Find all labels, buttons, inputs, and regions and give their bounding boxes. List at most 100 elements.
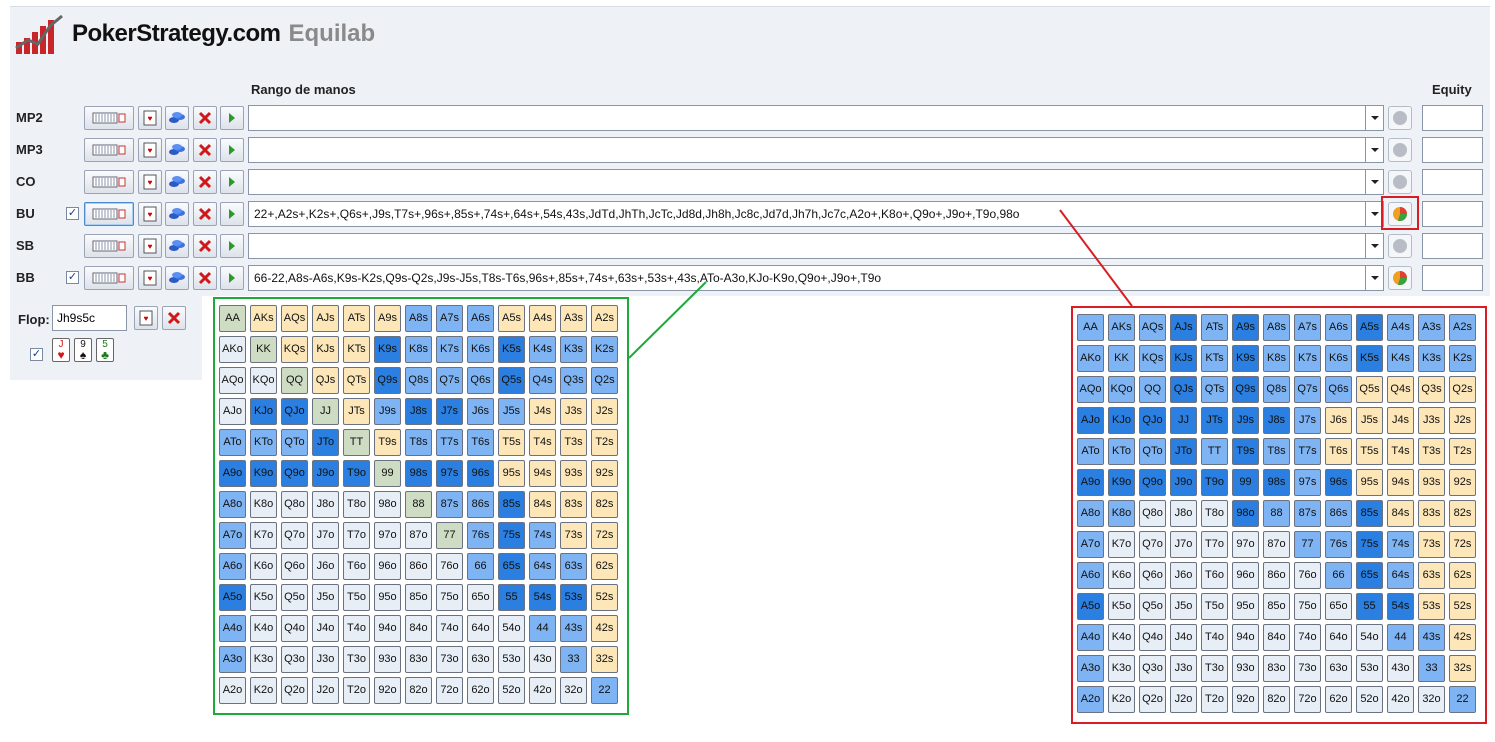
bb-hand-cell[interactable]: AQo — [219, 367, 246, 394]
bu-hand-cell[interactable]: Q8s — [1263, 376, 1290, 403]
bb-hand-cell[interactable]: 77 — [436, 522, 463, 549]
bb-hand-cell[interactable]: 83o — [405, 646, 432, 673]
bu-hand-cell[interactable]: ATo — [1077, 438, 1104, 465]
chips-button[interactable] — [165, 266, 189, 290]
bu-hand-cell[interactable]: 54o — [1356, 624, 1383, 651]
bu-hand-cell[interactable]: 62s — [1449, 562, 1476, 589]
bb-hand-cell[interactable]: J9s — [374, 398, 401, 425]
bu-hand-cell[interactable]: A8o — [1077, 500, 1104, 527]
equity-status-button[interactable] — [1388, 106, 1412, 130]
bu-hand-cell[interactable]: KQo — [1108, 376, 1135, 403]
bb-hand-cell[interactable]: Q8o — [281, 491, 308, 518]
bu-hand-cell[interactable]: K3s — [1418, 345, 1445, 372]
bu-hand-cell[interactable]: 65o — [1325, 593, 1352, 620]
bb-hand-cell[interactable]: 63s — [560, 553, 587, 580]
bb-hand-cell[interactable]: J3o — [312, 646, 339, 673]
bu-hand-cell[interactable]: K9s — [1232, 345, 1259, 372]
bb-hand-cell[interactable]: Q7o — [281, 522, 308, 549]
bu-hand-cell[interactable]: 93o — [1232, 655, 1259, 682]
bb-hand-cell[interactable]: 66 — [467, 553, 494, 580]
flop-enable-checkbox[interactable]: ✓ — [30, 348, 43, 361]
bu-hand-cell[interactable]: 85s — [1356, 500, 1383, 527]
bu-hand-cell[interactable]: JTs — [1201, 407, 1228, 434]
bu-hand-cell[interactable]: J7s — [1294, 407, 1321, 434]
bu-hand-cell[interactable]: 84o — [1263, 624, 1290, 651]
bb-hand-cell[interactable]: A7s — [436, 305, 463, 332]
bb-hand-cell[interactable]: 63o — [467, 646, 494, 673]
hand-range-input[interactable] — [248, 105, 1366, 131]
bu-hand-cell[interactable]: 42o — [1387, 686, 1414, 713]
bb-hand-cell[interactable]: 86s — [467, 491, 494, 518]
bb-hand-cell[interactable]: 96s — [467, 460, 494, 487]
bb-hand-cell[interactable]: 95s — [498, 460, 525, 487]
bu-hand-cell[interactable]: T5s — [1356, 438, 1383, 465]
bb-hand-cell[interactable]: Q3s — [560, 367, 587, 394]
bb-hand-cell[interactable]: 94o — [374, 615, 401, 642]
bb-hand-cell[interactable]: 44 — [529, 615, 556, 642]
bu-hand-cell[interactable]: 94o — [1232, 624, 1259, 651]
bb-hand-cell[interactable]: J6s — [467, 398, 494, 425]
bu-hand-cell[interactable]: A5o — [1077, 593, 1104, 620]
bu-hand-cell[interactable]: AKo — [1077, 345, 1104, 372]
bb-hand-cell[interactable]: T7s — [436, 429, 463, 456]
bb-hand-cell[interactable]: KK — [250, 336, 277, 363]
bu-hand-cell[interactable]: 52o — [1356, 686, 1383, 713]
bu-hand-cell[interactable]: 77 — [1294, 531, 1321, 558]
chips-button[interactable] — [165, 106, 189, 130]
bu-hand-cell[interactable]: A2s — [1449, 314, 1476, 341]
bu-hand-cell[interactable]: A7s — [1294, 314, 1321, 341]
bb-hand-cell[interactable]: 32s — [591, 646, 618, 673]
bu-hand-cell[interactable]: Q3s — [1418, 376, 1445, 403]
hand-range-input[interactable] — [248, 137, 1366, 163]
bu-hand-cell[interactable]: 62o — [1325, 686, 1352, 713]
bb-hand-cell[interactable]: Q2s — [591, 367, 618, 394]
bb-hand-cell[interactable]: Q8s — [405, 367, 432, 394]
bb-hand-cell[interactable]: 82s — [591, 491, 618, 518]
bu-hand-cell[interactable]: 53s — [1418, 593, 1445, 620]
card-selector-button[interactable]: ♥ — [138, 266, 162, 290]
bu-hand-cell[interactable]: 92s — [1449, 469, 1476, 496]
bb-hand-cell[interactable]: Q5s — [498, 367, 525, 394]
bb-hand-cell[interactable]: J7s — [436, 398, 463, 425]
bb-hand-cell[interactable]: 83s — [560, 491, 587, 518]
bu-hand-cell[interactable]: 44 — [1387, 624, 1414, 651]
bu-hand-cell[interactable]: JTo — [1170, 438, 1197, 465]
bb-hand-cell[interactable]: 93s — [560, 460, 587, 487]
bu-hand-cell[interactable]: J3o — [1170, 655, 1197, 682]
bu-hand-cell[interactable]: J9s — [1232, 407, 1259, 434]
bu-hand-cell[interactable]: K8o — [1108, 500, 1135, 527]
bu-hand-cell[interactable]: J6s — [1325, 407, 1352, 434]
bu-hand-cell[interactable]: 76o — [1294, 562, 1321, 589]
bu-hand-cell[interactable]: J7o — [1170, 531, 1197, 558]
bb-hand-cell[interactable]: 76o — [436, 553, 463, 580]
bu-hand-cell[interactable]: T4s — [1387, 438, 1414, 465]
bb-hand-cell[interactable]: T5o — [343, 584, 370, 611]
bu-hand-cell[interactable]: T2s — [1449, 438, 1476, 465]
bb-hand-cell[interactable]: 55 — [498, 584, 525, 611]
bb-hand-cell[interactable]: JTs — [343, 398, 370, 425]
player-enable-checkbox[interactable]: ✓ — [66, 207, 79, 220]
bb-hand-cell[interactable]: A3o — [219, 646, 246, 673]
bb-hand-cell[interactable]: 75s — [498, 522, 525, 549]
bu-hand-cell[interactable]: 63s — [1418, 562, 1445, 589]
clear-range-button[interactable] — [193, 138, 217, 162]
bu-hand-cell[interactable]: AKs — [1108, 314, 1135, 341]
bb-hand-cell[interactable]: Q4s — [529, 367, 556, 394]
bu-hand-cell[interactable]: KTs — [1201, 345, 1228, 372]
apply-range-button[interactable] — [220, 202, 244, 226]
clear-range-button[interactable] — [193, 234, 217, 258]
bu-hand-cell[interactable]: QJo — [1139, 407, 1166, 434]
bu-hand-cell[interactable]: Q2o — [1139, 686, 1166, 713]
bb-hand-cell[interactable]: 64o — [467, 615, 494, 642]
bu-hand-cell[interactable]: K6o — [1108, 562, 1135, 589]
hand-range-input[interactable] — [248, 169, 1366, 195]
bu-hand-cell[interactable]: K7s — [1294, 345, 1321, 372]
bb-hand-cell[interactable]: KJo — [250, 398, 277, 425]
bb-hand-cell[interactable]: A5s — [498, 305, 525, 332]
bu-hand-cell[interactable]: 65s — [1356, 562, 1383, 589]
bb-hand-cell[interactable]: 96o — [374, 553, 401, 580]
bu-hand-cell[interactable]: AA — [1077, 314, 1104, 341]
range-editor-button[interactable] — [84, 106, 134, 130]
bu-hand-cell[interactable]: J5s — [1356, 407, 1383, 434]
bb-hand-cell[interactable]: 95o — [374, 584, 401, 611]
